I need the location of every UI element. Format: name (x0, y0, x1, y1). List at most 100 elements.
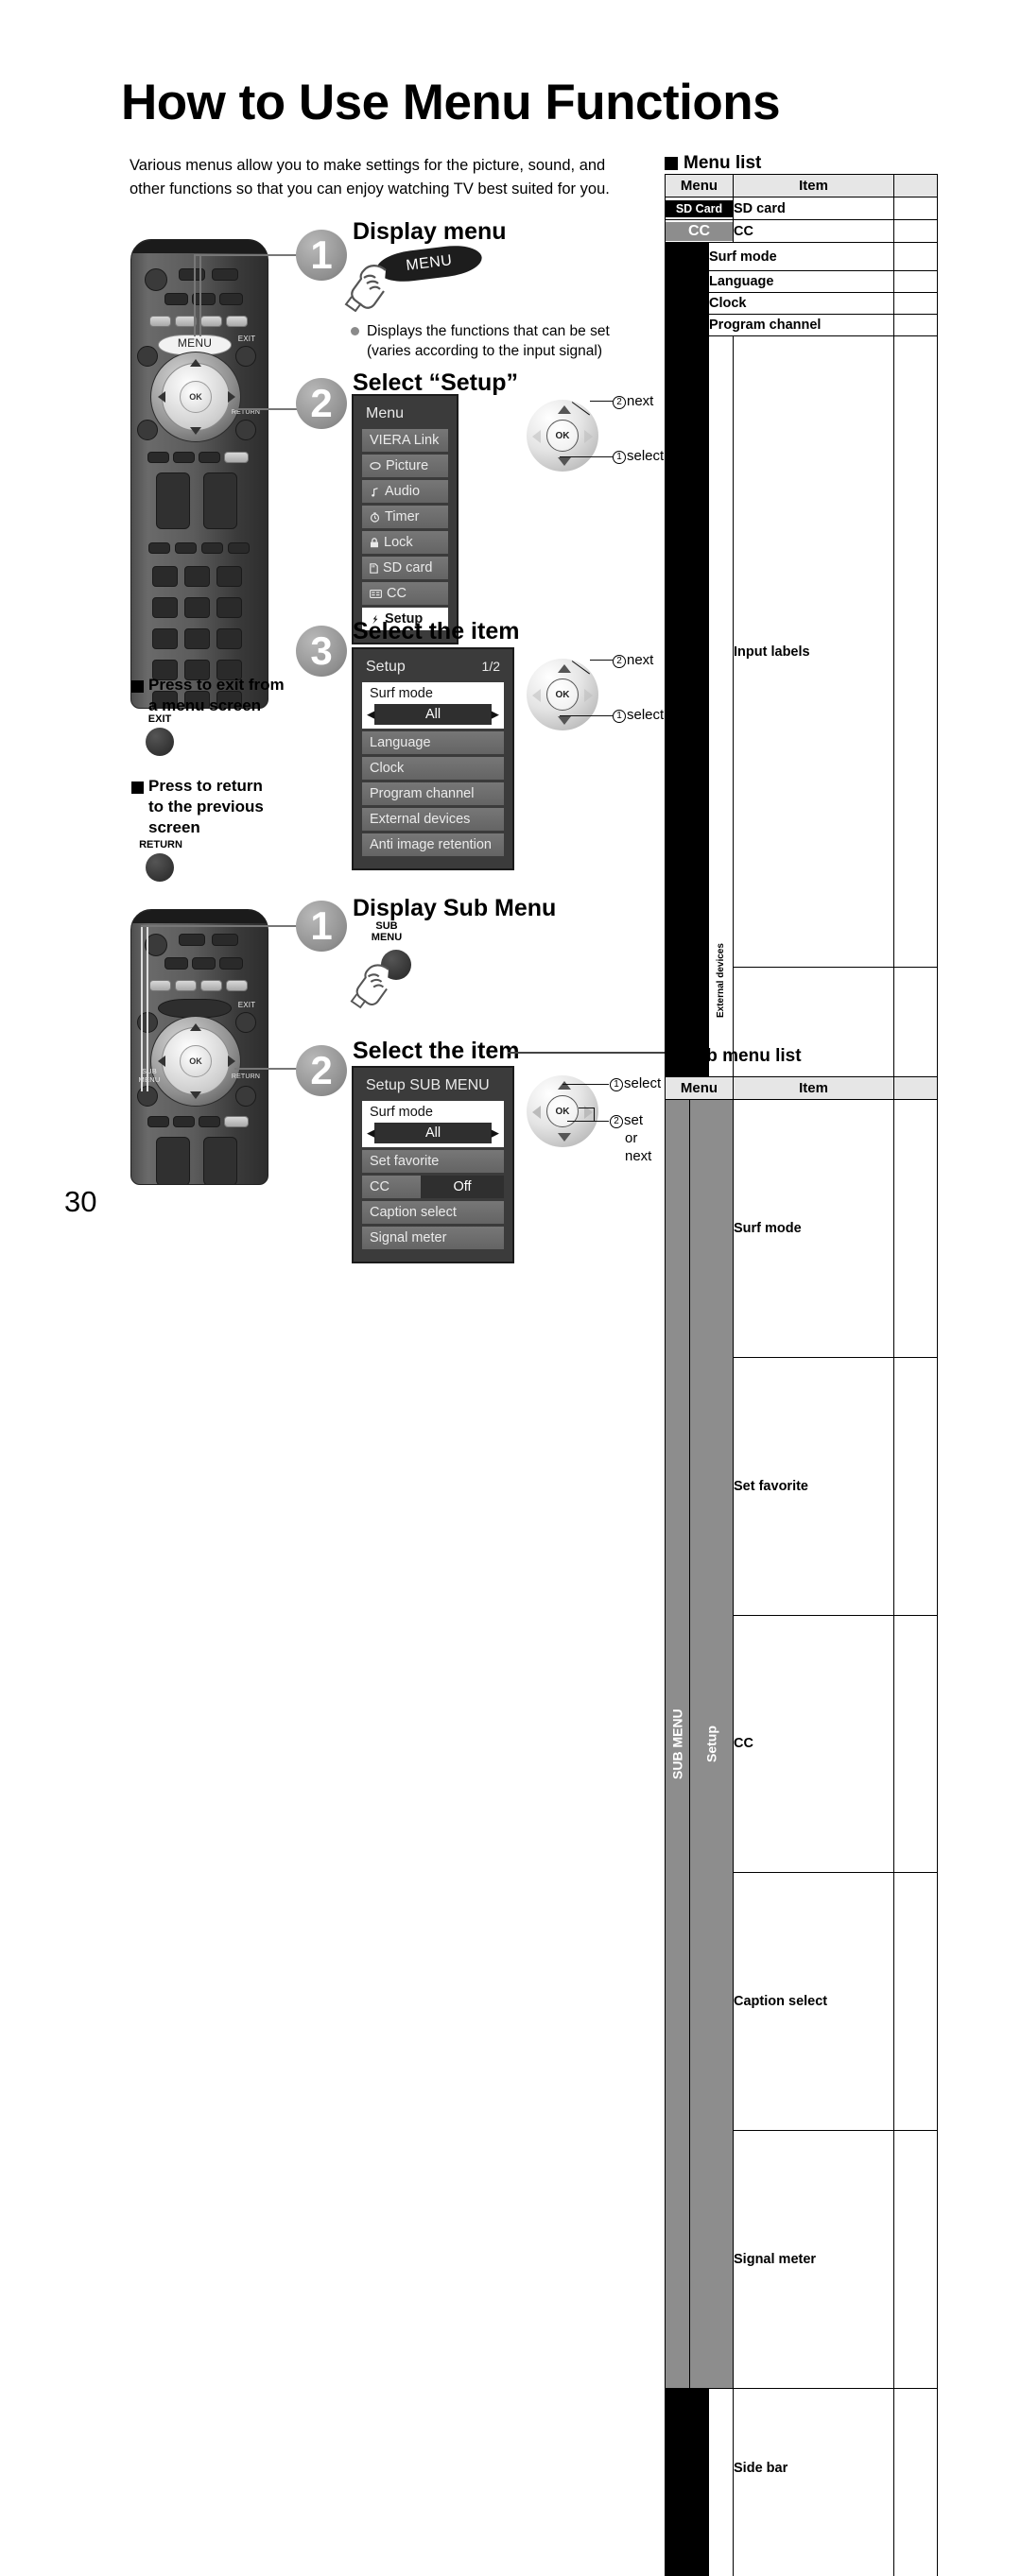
remote-numeric-key[interactable] (152, 566, 178, 587)
remote-exit-button[interactable] (235, 346, 256, 367)
remote-numeric-key[interactable] (216, 566, 242, 587)
remote-rocker-right[interactable] (203, 472, 237, 529)
remote-numeric-key[interactable] (184, 566, 210, 587)
remote-return-button[interactable] (235, 420, 256, 440)
remote-key[interactable] (219, 293, 243, 305)
pad-left-icon[interactable] (532, 689, 541, 702)
pad-left-icon[interactable] (532, 1106, 541, 1119)
osd-sub-highlight-group[interactable]: Surf mode ◀ All ▶ (362, 1101, 504, 1147)
return-key-icon[interactable] (146, 853, 174, 882)
dpad-left-icon[interactable] (158, 391, 165, 403)
pad-down-icon[interactable] (558, 1133, 571, 1142)
osd-item-audio[interactable]: Audio (362, 480, 448, 503)
remote-exit-button[interactable] (235, 1012, 256, 1033)
remote-numeric-key[interactable] (152, 597, 178, 618)
remote-numeric-key[interactable] (216, 628, 242, 649)
dpad-right-icon[interactable] (228, 391, 235, 403)
osd-item-timer[interactable]: Timer (362, 506, 448, 528)
remote-color-key[interactable] (226, 980, 248, 991)
dpad-up-icon[interactable] (190, 1023, 201, 1031)
remote-key[interactable] (201, 542, 223, 554)
remote-menu-button[interactable] (158, 999, 232, 1018)
dpad-right-icon[interactable] (228, 1056, 235, 1067)
remote-return-button[interactable] (235, 1086, 256, 1107)
osd-item-picture[interactable]: Picture (362, 455, 448, 477)
osd-item-language[interactable]: Language (362, 731, 504, 754)
remote-key[interactable] (147, 1116, 169, 1127)
remote-color-key[interactable] (149, 316, 171, 327)
exit-key-icon[interactable] (146, 728, 174, 756)
dpad-down-icon[interactable] (190, 1091, 201, 1099)
dpad-left-icon[interactable] (158, 1056, 165, 1067)
osd-highlight-value-wrap[interactable]: ◀ All ▶ (374, 704, 492, 725)
remote-color-key[interactable] (226, 316, 248, 327)
remote-numeric-key[interactable] (216, 597, 242, 618)
osd-setup-highlight-group[interactable]: Surf mode ◀ All ▶ (362, 682, 504, 729)
osd-item-cc[interactable]: CC (362, 582, 448, 605)
remote-key[interactable] (199, 452, 220, 463)
pad-right-icon[interactable] (584, 689, 593, 702)
remote-key[interactable] (148, 542, 170, 554)
arrow-pad-step3[interactable]: OK (527, 659, 598, 730)
remote-key[interactable] (224, 452, 249, 463)
remote-rocker-left[interactable] (156, 472, 190, 529)
osd-item-clock[interactable]: Clock (362, 757, 504, 780)
pad-up-icon[interactable] (558, 1081, 571, 1090)
remote-key[interactable] (219, 957, 243, 970)
value-right-arrow-icon[interactable]: ▶ (492, 709, 499, 721)
remote-key[interactable] (212, 934, 238, 946)
osd-item-cc-row[interactable]: CC Off (362, 1176, 504, 1198)
pad-up-icon[interactable] (558, 664, 571, 673)
osd-item-lock[interactable]: Lock (362, 531, 448, 554)
osd-sub-highlight-value-wrap[interactable]: ◀ All ▶ (374, 1123, 492, 1143)
remote-key[interactable] (179, 934, 205, 946)
osd-item-anti-image-retention[interactable]: Anti image retention (362, 833, 504, 856)
remote-color-key[interactable] (200, 980, 222, 991)
remote-key[interactable] (228, 542, 250, 554)
dpad-down-icon[interactable] (190, 427, 201, 435)
value-left-arrow-icon[interactable]: ◀ (367, 709, 374, 721)
osd-item-caption-select[interactable]: Caption select (362, 1201, 504, 1224)
value-left-arrow-icon[interactable]: ◀ (367, 1127, 374, 1140)
remote-numeric-key[interactable] (184, 597, 210, 618)
remote-rocker-right[interactable] (203, 1137, 237, 1185)
remote-color-key[interactable] (175, 980, 197, 991)
remote-color-key[interactable] (149, 980, 171, 991)
dpad-up-icon[interactable] (190, 359, 201, 367)
pad-ok-button[interactable]: OK (546, 1095, 579, 1127)
remote-ok-button[interactable]: OK (180, 381, 212, 413)
value-right-arrow-icon[interactable]: ▶ (492, 1127, 499, 1140)
remote-numeric-key[interactable] (184, 628, 210, 649)
arrow-pad-step-sub2[interactable]: OK (527, 1075, 598, 1147)
pad-down-icon[interactable] (558, 457, 571, 466)
remote-key[interactable] (224, 1116, 249, 1127)
remote-key[interactable] (164, 293, 188, 305)
osd-item-external-devices[interactable]: External devices (362, 808, 504, 831)
osd-item-signal-meter[interactable]: Signal meter (362, 1227, 504, 1249)
remote-key[interactable] (173, 452, 195, 463)
remote-key[interactable] (147, 452, 169, 463)
arrow-pad-step2[interactable]: OK (527, 400, 598, 472)
remote-ok-button[interactable]: OK (180, 1045, 212, 1077)
osd-item-program-channel[interactable]: Program channel (362, 782, 504, 805)
remote-key[interactable] (192, 957, 216, 970)
osd-item-viera-link[interactable]: VIERA Link (362, 429, 448, 452)
remote-side-button[interactable] (137, 346, 158, 367)
remote-key[interactable] (199, 1116, 220, 1127)
pad-ok-button[interactable]: OK (546, 678, 579, 711)
remote-color-key[interactable] (200, 316, 222, 327)
remote-key[interactable] (212, 268, 238, 281)
remote-key[interactable] (175, 542, 197, 554)
osd-item-sd-card[interactable]: SD card (362, 557, 448, 579)
osd-item-set-favorite[interactable]: Set favorite (362, 1150, 504, 1173)
pad-up-icon[interactable] (558, 405, 571, 414)
remote-rocker-left[interactable] (156, 1137, 190, 1185)
remote-key[interactable] (164, 957, 188, 970)
remote-side-button[interactable] (137, 420, 158, 440)
pad-down-icon[interactable] (558, 716, 571, 725)
remote-key[interactable] (173, 1116, 195, 1127)
pad-ok-button[interactable]: OK (546, 420, 579, 452)
pad-left-icon[interactable] (532, 430, 541, 443)
pad-right-icon[interactable] (584, 430, 593, 443)
remote-power-button[interactable] (145, 268, 167, 291)
